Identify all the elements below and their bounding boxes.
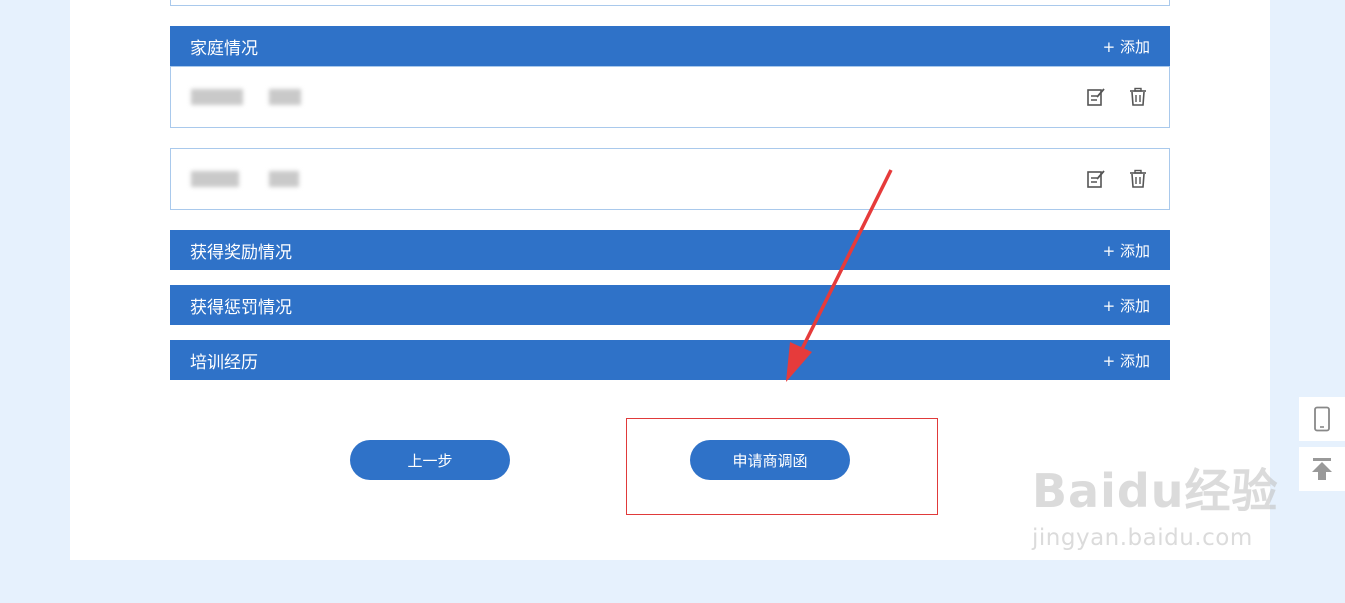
watermark-sub: jingyan.baidu.com	[1032, 525, 1253, 551]
watermark-main: Baidu经验	[1032, 464, 1279, 518]
mobile-icon[interactable]	[1299, 397, 1345, 441]
back-to-top-icon[interactable]	[1299, 447, 1345, 491]
baidu-watermark: Baidu经验 jingyan.baidu.com	[1032, 455, 1279, 551]
